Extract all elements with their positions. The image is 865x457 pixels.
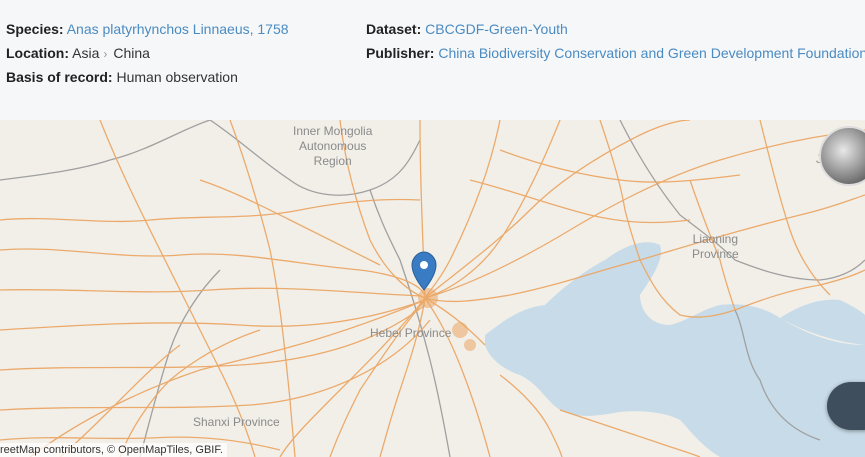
location-continent: Asia [72, 45, 100, 61]
chevron-right-icon: › [103, 47, 108, 61]
occurrence-map[interactable]: Inner Mongolia Autonomous Region Liaonin… [0, 120, 865, 457]
map-label-inner-mongolia: Inner Mongolia Autonomous Region [293, 124, 373, 168]
basis-value: Human observation [116, 69, 238, 85]
map-label-liaoning: Liaoning Province [692, 232, 739, 261]
publisher-label: Publisher: [366, 45, 435, 61]
species-row: Species: Anas platyrhynchos Linnaeus, 17… [6, 20, 289, 38]
dataset-link[interactable]: CBCGDF-Green-Youth [425, 21, 568, 37]
dataset-row: Dataset: CBCGDF-Green-Youth [366, 20, 568, 38]
map-label-hebei: Hebei Province [370, 326, 452, 340]
map-attribution: reetMap contributors, © OpenMapTiles, GB… [0, 443, 227, 457]
map-canvas[interactable] [0, 120, 865, 457]
basis-row: Basis of record: Human observation [6, 68, 238, 86]
species-label: Species: [6, 21, 64, 37]
occurrence-summary: Species: Anas platyrhynchos Linnaeus, 17… [0, 0, 865, 120]
location-label: Location: [6, 45, 69, 61]
publisher-link[interactable]: China Biodiversity Conservation and Gree… [438, 45, 865, 61]
dataset-label: Dataset: [366, 21, 422, 37]
location-country: China [113, 45, 150, 61]
publisher-row: Publisher: China Biodiversity Conservati… [366, 44, 865, 62]
species-link[interactable]: Anas platyrhynchos Linnaeus, 1758 [67, 21, 289, 37]
basis-label: Basis of record: [6, 69, 113, 85]
location-row: Location: Asia › China [6, 44, 150, 63]
map-label-shanxi: Shanxi Province [193, 415, 280, 429]
